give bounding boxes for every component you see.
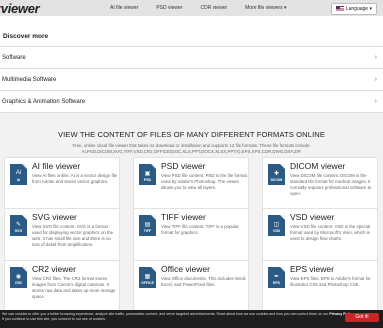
card-title[interactable]: VSD viewer — [290, 212, 334, 222]
svg-file-icon: ✎ SVG — [10, 215, 27, 236]
cookie-text-2: If you continue to use this site, you co… — [2, 317, 106, 321]
eps-file-icon: ✒ EPS — [268, 267, 285, 288]
card-psd-viewer[interactable]: ▣ PSD PSD viewer View PSD file content. P… — [133, 157, 249, 210]
card-tiff-viewer[interactable]: ▤ TIFF TIFF viewer View TIFF file content… — [133, 208, 249, 261]
discover-more-panel: Discover more Software › Multimedia Soft… — [0, 16, 383, 113]
office-file-icon: ▦ OFFICE — [139, 267, 156, 288]
cookie-text: We use cookies to offer you a better bro… — [2, 312, 329, 316]
nav-ai-viewer[interactable]: AI file viewer — [110, 5, 138, 11]
ai-file-icon: Ai AI — [10, 164, 27, 185]
card-dicom-viewer[interactable]: ✚ DICOM DICOM viewer View DICOM file cont… — [262, 157, 378, 210]
card-title[interactable]: DICOM viewer — [290, 161, 345, 171]
card-description: View VSD file content. VSD is the specia… — [290, 224, 371, 241]
chevron-right-icon: › — [374, 76, 377, 83]
discover-item-graphics[interactable]: Graphics & Animation Software › — [0, 91, 383, 113]
card-eps-viewer[interactable]: ✒ EPS EPS viewer View EPS files. EPS is A… — [262, 260, 378, 313]
chevron-right-icon: › — [374, 98, 377, 105]
card-office-viewer[interactable]: ▦ OFFICE Office viewer View Office docume… — [133, 260, 249, 313]
card-description: View Office documents. This includes Wor… — [161, 276, 247, 287]
card-vsd-viewer[interactable]: ◫ VSD VSD viewer View VSD file content. V… — [262, 208, 378, 261]
card-title[interactable]: SVG viewer — [32, 212, 77, 222]
hero-subtitle: Free, online cloud file viewer that take… — [72, 143, 311, 154]
site-logo[interactable]: rviewer — [0, 1, 40, 16]
card-title[interactable]: AI file viewer — [32, 161, 80, 171]
discover-item-label: Multimedia Software — [2, 76, 57, 83]
discover-item-multimedia[interactable]: Multimedia Software › — [0, 69, 383, 91]
discover-item-software[interactable]: Software › — [0, 47, 383, 69]
psd-file-icon: ▣ PSD — [139, 164, 156, 185]
card-description: View CR2 files. The CR2 format stores im… — [32, 276, 116, 299]
hero-title: VIEW THE CONTENT OF FILES OF MANY DIFFER… — [57, 130, 326, 139]
card-description: View EPS files. EPS is Adobe's format fo… — [290, 276, 371, 287]
cookie-consent-banner: We use cookies to offer you a better bro… — [0, 310, 383, 328]
nav-psd-viewer[interactable]: PSD viewer — [156, 5, 182, 11]
language-selector[interactable]: Language ▾ — [330, 3, 377, 15]
us-flag-icon — [335, 6, 344, 12]
nav-cdr-viewer[interactable]: CDR viewer — [200, 5, 227, 11]
discover-item-label: Software — [2, 54, 26, 61]
card-description: View SVG file content. SVG is a format u… — [32, 224, 114, 247]
top-nav-bar: rviewer AI file viewer PSD viewer CDR vi… — [0, 0, 383, 16]
card-ai-viewer[interactable]: Ai AI AI file viewer View AI files online… — [4, 157, 120, 210]
vsd-file-icon: ◫ VSD — [268, 215, 285, 236]
main-nav: AI file viewer PSD viewer CDR viewer Mor… — [110, 0, 305, 16]
chevron-right-icon: › — [374, 54, 377, 61]
dicom-file-icon: ✚ DICOM — [268, 164, 285, 185]
card-description: View AI files online. AI is a vector des… — [32, 173, 118, 184]
cr2-file-icon: ◉ CR2 — [10, 267, 27, 288]
card-title[interactable]: Office viewer — [161, 264, 210, 274]
hero-section: VIEW THE CONTENT OF FILES OF MANY DIFFER… — [0, 113, 383, 155]
tiff-file-icon: ▤ TIFF — [139, 215, 156, 236]
card-description: View DICOM file content. DICOM is the st… — [290, 173, 372, 196]
card-title[interactable]: EPS viewer — [290, 264, 334, 274]
discover-item-label: Graphics & Animation Software — [2, 98, 86, 105]
card-cr2-viewer[interactable]: ◉ CR2 CR2 viewer View CR2 files. The CR2 … — [4, 260, 120, 313]
card-title[interactable]: CR2 viewer — [32, 264, 76, 274]
card-title[interactable]: TIFF viewer — [161, 212, 206, 222]
cookie-accept-button[interactable]: Got it! — [345, 313, 379, 322]
nav-more-viewers[interactable]: More file viewers ▾ — [245, 5, 286, 11]
card-description: View TIFF file content. TIFF is a popula… — [161, 224, 239, 235]
card-title[interactable]: PSD viewer — [161, 161, 205, 171]
card-description: View PSD file content. PSD is the file f… — [161, 173, 247, 190]
discover-title: Discover more — [0, 16, 383, 47]
card-svg-viewer[interactable]: ✎ SVG SVG viewer View SVG file content. S… — [4, 208, 120, 261]
language-label: Language ▾ — [345, 6, 372, 12]
